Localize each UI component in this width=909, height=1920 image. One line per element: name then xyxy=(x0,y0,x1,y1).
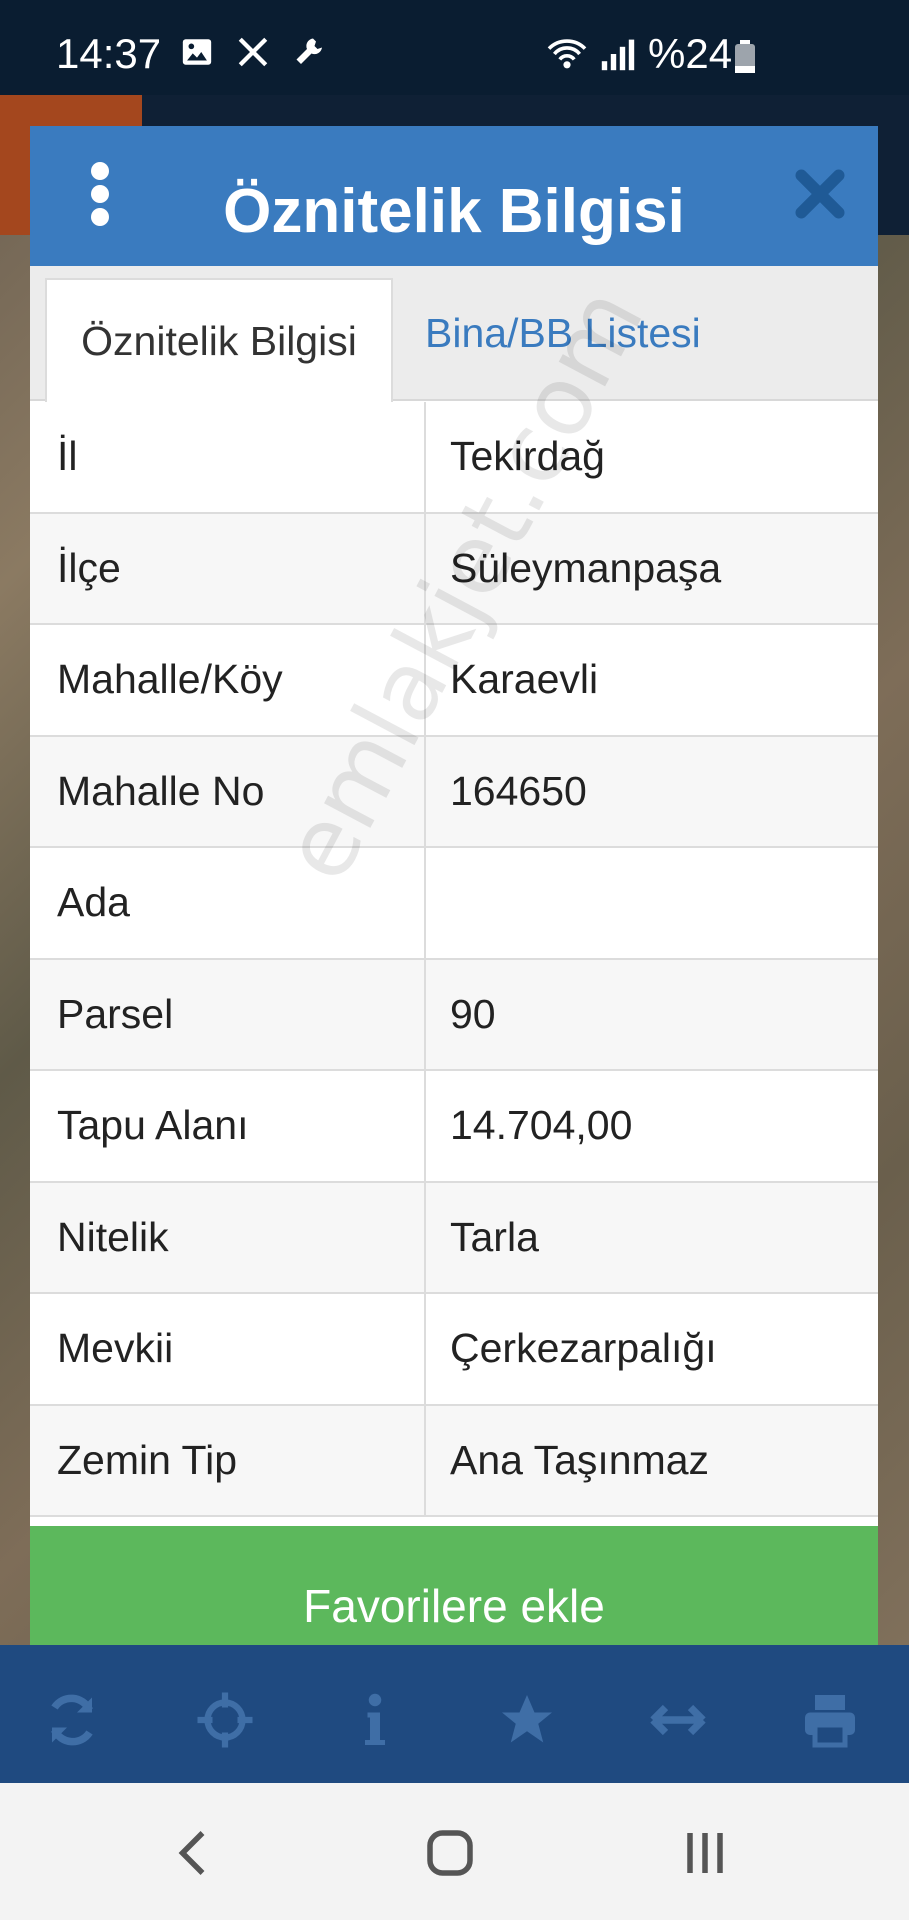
row-key: Mahalle No xyxy=(30,736,426,846)
tab-attribute-info[interactable]: Öznitelik Bilgisi xyxy=(45,278,393,403)
refresh-icon[interactable] xyxy=(42,1690,102,1750)
row-value: 164650 xyxy=(450,767,587,814)
map-toolbar xyxy=(0,1645,909,1783)
row-key: Nitelik xyxy=(30,1182,426,1292)
tab-bar: Öznitelik Bilgisi Bina/BB Listesi xyxy=(30,266,878,403)
signal-icon xyxy=(601,39,635,71)
table-row: Zemin Tip Ana Taşınmaz xyxy=(30,1405,878,1517)
table-row: Ada xyxy=(30,848,878,960)
table-row: Mahalle/Köy Karaevli xyxy=(30,625,878,737)
tab-building-list[interactable]: Bina/BB Listesi xyxy=(425,266,701,401)
status-time: 14:37 xyxy=(56,30,162,77)
wifi-icon xyxy=(547,39,587,69)
home-icon[interactable] xyxy=(420,1823,480,1883)
table-row: Nitelik Tarla xyxy=(30,1182,878,1294)
table-row: İlçe Süleymanpaşa xyxy=(30,513,878,625)
close-icon[interactable] xyxy=(792,166,848,222)
row-key: Mevkii xyxy=(30,1294,426,1404)
battery-percent: %24 xyxy=(648,30,733,77)
x-logo-icon xyxy=(238,37,268,67)
print-icon[interactable] xyxy=(800,1690,860,1750)
row-key: Zemin Tip xyxy=(30,1405,426,1515)
gallery-icon xyxy=(182,39,212,65)
table-row: Parsel 90 xyxy=(30,959,878,1071)
row-key: İlçe xyxy=(30,513,426,623)
star-icon[interactable] xyxy=(497,1690,557,1750)
dialog-title: Öznitelik Bilgisi xyxy=(223,177,685,246)
back-icon[interactable] xyxy=(165,1823,225,1883)
attribute-table: İl Tekirdağ İlçe Süleymanpaşa Mahalle/Kö… xyxy=(30,402,878,1517)
row-key: Tapu Alanı xyxy=(30,1071,426,1181)
table-row: İl Tekirdağ xyxy=(30,402,878,514)
resize-icon[interactable] xyxy=(648,1690,708,1750)
row-value: Tekirdağ xyxy=(450,433,605,480)
table-row: Tapu Alanı 14.704,00 xyxy=(30,1071,878,1183)
row-value: Süleymanpaşa xyxy=(450,544,722,591)
attribute-dialog: Öznitelik Bilgisi Öznitelik Bilgisi Bina… xyxy=(30,126,878,1686)
battery-icon xyxy=(735,40,755,73)
wrench-icon xyxy=(296,38,322,64)
dialog-header: Öznitelik Bilgisi xyxy=(30,126,878,266)
row-key: Parsel xyxy=(30,959,426,1069)
info-icon[interactable] xyxy=(345,1690,405,1750)
system-nav-bar xyxy=(0,1783,909,1920)
row-value xyxy=(426,848,878,958)
table-row: Mahalle No 164650 xyxy=(30,736,878,848)
row-key: Ada xyxy=(30,848,426,958)
row-value: Ana Taşınmaz xyxy=(450,1436,710,1483)
recents-icon[interactable] xyxy=(675,1823,735,1883)
table-row: Mevkii Çerkezarpalığı xyxy=(30,1294,878,1406)
crosshair-icon[interactable] xyxy=(195,1690,255,1750)
status-notification-icons xyxy=(180,34,328,70)
row-key: Mahalle/Köy xyxy=(30,625,426,735)
row-value: 90 xyxy=(450,990,496,1037)
row-key: İl xyxy=(30,402,426,512)
row-value: 14.704,00 xyxy=(450,1102,633,1149)
row-value: Çerkezarpalığı xyxy=(450,1325,717,1372)
status-bar: 14:37 %24 xyxy=(0,0,909,95)
row-value: Tarla xyxy=(450,1213,539,1260)
row-value: Karaevli xyxy=(450,656,599,703)
